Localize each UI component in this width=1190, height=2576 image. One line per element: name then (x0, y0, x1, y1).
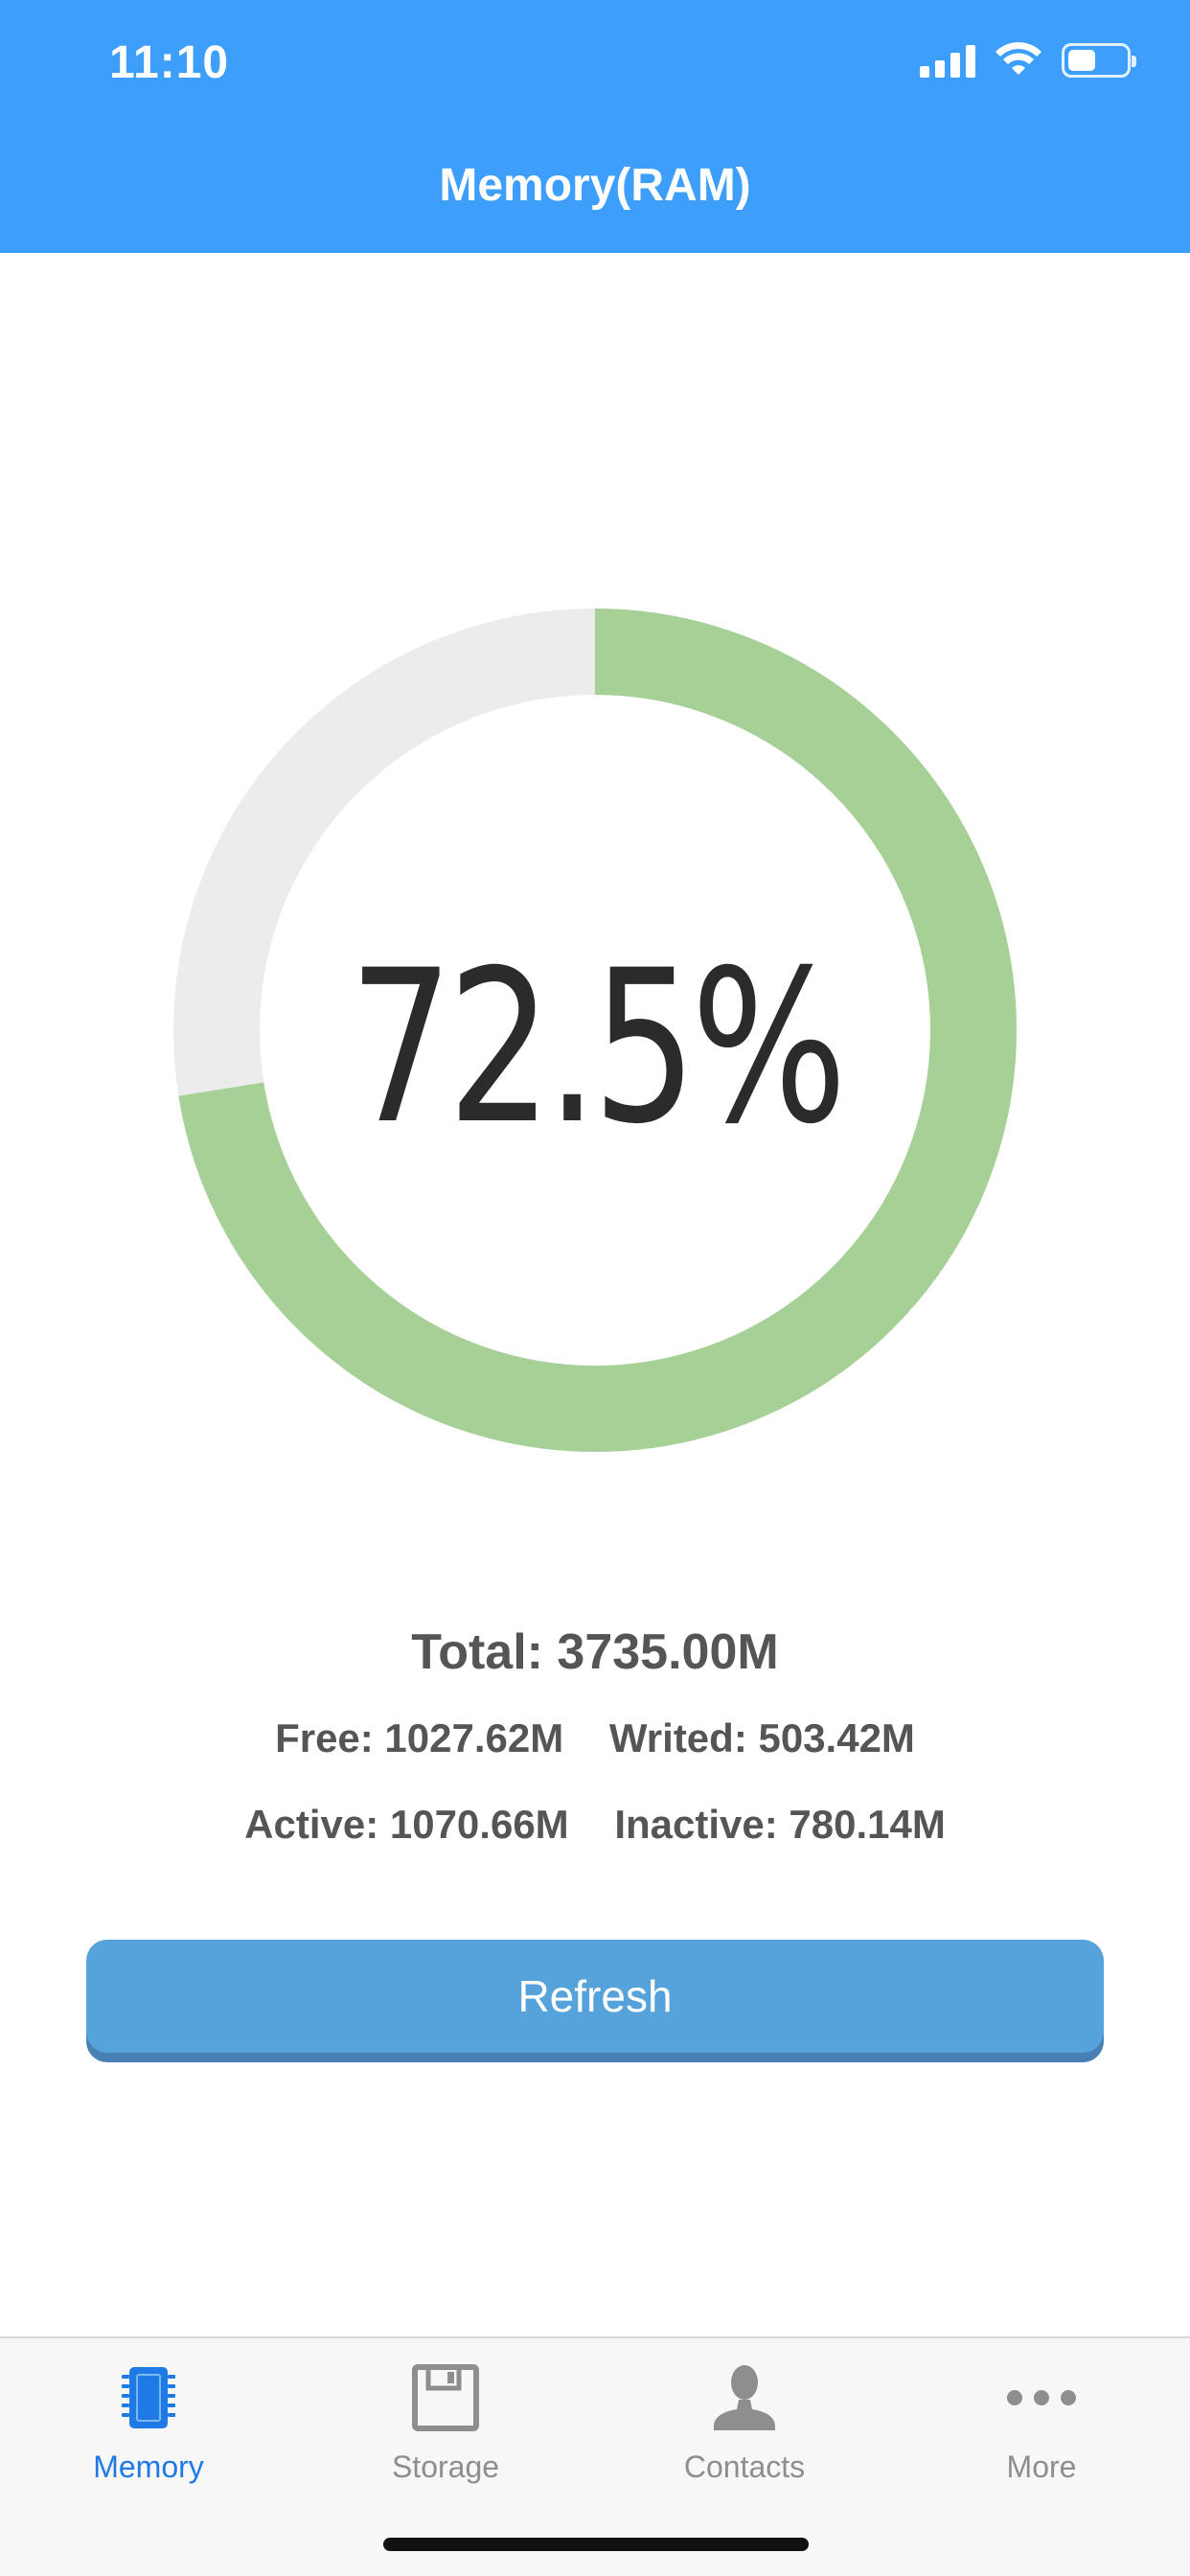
status-time: 11:10 (109, 37, 230, 88)
chip-icon (122, 2367, 175, 2428)
stats-row-1: Free: 1027.62M Writed: 503.42M (0, 1715, 1190, 1761)
tab-memory-label: Memory (93, 2450, 204, 2484)
tab-more-label: More (1006, 2450, 1077, 2484)
battery-icon (1062, 43, 1136, 78)
memory-usage-gauge: 72.5% (173, 609, 1017, 1452)
free-memory: Free: 1027.62M (275, 1715, 564, 1760)
wifi-icon (995, 42, 1041, 75)
tab-more[interactable]: More (922, 2359, 1161, 2485)
tab-contacts[interactable]: Contacts (625, 2359, 864, 2485)
writed-memory: Writed: 503.42M (608, 1715, 915, 1760)
stats-row-2: Active: 1070.66M Inactive: 780.14M (0, 1802, 1190, 1848)
screen: 11:10 Memory(RAM) 72.5% Total: 3735.00M … (0, 0, 1190, 2576)
status-icons (920, 42, 1136, 79)
inactive-memory: Inactive: 780.14M (614, 1802, 946, 1847)
tab-contacts-label: Contacts (683, 2450, 806, 2484)
cellular-signal-icon (920, 43, 975, 78)
tab-storage-label: Storage (391, 2450, 500, 2484)
refresh-button[interactable]: Refresh (86, 1940, 1104, 2053)
home-indicator (383, 2538, 809, 2551)
page-title: Memory(RAM) (439, 160, 751, 211)
total-memory: Total: 3735.00M (411, 1624, 779, 1680)
usage-percent: 72.5% (349, 925, 847, 1170)
floppy-disk-icon (412, 2364, 479, 2431)
tab-storage[interactable]: Storage (326, 2359, 565, 2485)
person-icon (714, 2365, 775, 2430)
ellipsis-icon (1007, 2390, 1076, 2405)
active-memory: Active: 1070.66M (244, 1802, 569, 1847)
tab-memory[interactable]: Memory (29, 2359, 268, 2485)
app-header: 11:10 Memory(RAM) (0, 0, 1190, 253)
